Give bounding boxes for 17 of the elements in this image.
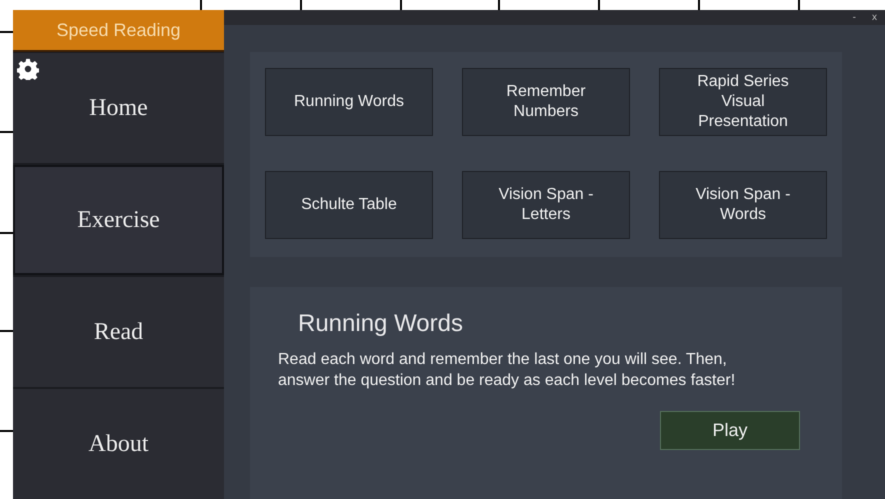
close-button[interactable]: x: [872, 12, 877, 24]
nav-item[interactable]: Exercise: [13, 165, 224, 275]
play-button[interactable]: Play: [660, 411, 800, 450]
exercise-title: Running Words: [297, 309, 464, 339]
minimize-button[interactable]: -: [852, 12, 856, 24]
exercise-button[interactable]: Rapid Series Visual Presentation: [659, 68, 827, 136]
exercise-button[interactable]: Schulte Table: [265, 170, 433, 238]
nav-item[interactable]: Read: [13, 277, 224, 387]
exercise-button[interactable]: Remember Numbers: [462, 68, 630, 136]
app-title: Speed Reading: [13, 10, 224, 52]
nav-item[interactable]: Home: [13, 53, 224, 163]
exercise-button[interactable]: Vision Span - Letters: [462, 170, 630, 238]
nav-item[interactable]: About: [13, 389, 224, 499]
exercise-button[interactable]: Running Words: [265, 68, 433, 136]
exercise-description: Read each word and remember the last one you will see. Then, answer the question and be ready as each level becomes faster!: [278, 350, 736, 391]
exercise-button[interactable]: Vision Span - Words: [659, 170, 827, 238]
settings-icon[interactable]: [17, 58, 39, 80]
